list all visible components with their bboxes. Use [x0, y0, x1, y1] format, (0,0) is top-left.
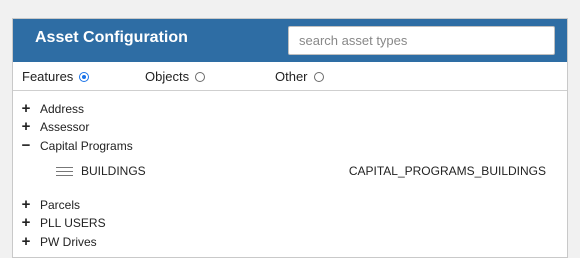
other-radio[interactable]	[313, 71, 324, 82]
filter-features-label: Features	[22, 69, 74, 84]
panel-header: Asset Configuration	[13, 19, 567, 62]
asset-category-filter: Features Objects Other	[13, 62, 567, 91]
expand-icon[interactable]: +	[21, 215, 31, 230]
expand-icon[interactable]: +	[21, 101, 31, 116]
tree-node-parcels[interactable]: + Parcels	[21, 197, 80, 213]
expand-icon[interactable]: +	[21, 197, 31, 212]
asset-type-row-buildings[interactable]: BUILDINGS CAPITAL_PROGRAMS_BUILDINGS	[56, 162, 546, 180]
tree-node-pw-drives[interactable]: + PW Drives	[21, 234, 97, 250]
tree-node-label: Capital Programs	[40, 139, 133, 153]
tree-node-assessor[interactable]: + Assessor	[21, 119, 90, 135]
filter-other-label: Other	[275, 69, 308, 84]
collapse-icon[interactable]: −	[21, 138, 31, 153]
tree-node-label: Assessor	[40, 120, 90, 134]
filter-other[interactable]: Other	[275, 69, 324, 84]
asset-type-name: BUILDINGS	[81, 164, 146, 178]
filter-objects[interactable]: Objects	[145, 69, 206, 84]
tree-node-address[interactable]: + Address	[21, 101, 84, 117]
asset-type-code: CAPITAL_PROGRAMS_BUILDINGS	[348, 164, 546, 178]
panel-title: Asset Configuration	[35, 29, 188, 46]
tree-node-label: Parcels	[40, 198, 81, 212]
expand-icon[interactable]: +	[21, 119, 31, 134]
objects-radio[interactable]	[195, 71, 206, 82]
asset-configuration-panel: Asset Configuration Features Objects Oth…	[12, 18, 568, 258]
filter-objects-label: Objects	[145, 69, 190, 84]
tree-node-label: Address	[40, 102, 85, 116]
features-radio[interactable]	[79, 71, 90, 82]
tree-node-capital-programs[interactable]: − Capital Programs	[21, 138, 133, 154]
filter-features[interactable]: Features	[22, 69, 90, 84]
drag-handle-icon[interactable]	[56, 166, 73, 176]
search-asset-types-input[interactable]	[288, 26, 555, 55]
tree-node-label: PLL USERS	[40, 216, 106, 230]
tree-node-pll-users[interactable]: + PLL USERS	[21, 215, 106, 231]
